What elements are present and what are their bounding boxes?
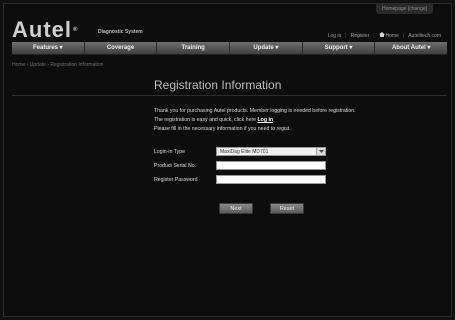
intro-line-3: Please fill in the necessary information…: [154, 126, 291, 132]
password-label: Register Password: [154, 176, 198, 183]
page-title: Registration Information: [154, 78, 282, 92]
nav-about-autel[interactable]: About Autel ▾: [375, 42, 447, 54]
next-button[interactable]: Next: [219, 203, 253, 214]
login-link[interactable]: Log in: [328, 33, 342, 39]
nav-support[interactable]: Support ▾: [303, 42, 376, 54]
home-icon: [378, 32, 385, 37]
intro-line-2: The registration is easy and quick, clic…: [154, 116, 356, 125]
intro-line-2-text: The registration is easy and quick, clic…: [154, 117, 258, 123]
nav-training[interactable]: Training: [157, 42, 231, 54]
password-input[interactable]: [216, 175, 326, 184]
home-link[interactable]: Home: [378, 32, 399, 39]
top-links: Log in | Register | Home | Autelitech.co…: [328, 32, 441, 39]
register-link[interactable]: Register: [351, 33, 370, 39]
serial-row: Product Serial No.: [154, 161, 326, 170]
intro-login-link[interactable]: Log in: [258, 117, 274, 123]
breadcrumb[interactable]: Home › Update › Registration Information: [12, 62, 103, 68]
serial-input[interactable]: [216, 161, 326, 170]
login-type-value: MaxiDag Elite MD701: [220, 149, 269, 155]
logo-text: Autel: [12, 17, 72, 42]
separator: |: [373, 32, 375, 39]
reset-button[interactable]: Reset: [270, 203, 304, 214]
password-row: Register Password: [154, 175, 326, 184]
main-navbar: Features ▾ Coverage Training Update ▾ Su…: [12, 42, 447, 55]
login-type-label: Login-in Type: [154, 148, 186, 155]
home-link-label: Home: [385, 33, 399, 39]
separator: |: [402, 32, 405, 39]
nav-features[interactable]: Features ▾: [12, 42, 85, 54]
intro-text: Thank you for purchasing Autel products.…: [154, 107, 356, 134]
divider: [12, 95, 447, 96]
intro-line-1: Thank you for purchasing Autel products.…: [154, 108, 356, 114]
site-link[interactable]: Autelitech.com: [408, 33, 441, 39]
logo-subtitle: Diagnostic System: [98, 29, 143, 35]
browser-page: Homepage [change] Autel® Diagnostic Syst…: [3, 3, 452, 317]
login-type-row: Login-in Type MaxiDag Elite MD701: [154, 147, 326, 156]
nav-coverage[interactable]: Coverage: [85, 42, 158, 54]
login-type-select[interactable]: MaxiDag Elite MD701: [216, 147, 326, 156]
autel-logo[interactable]: Autel®: [12, 18, 78, 42]
homepage-change-tab[interactable]: Homepage [change]: [375, 4, 433, 14]
separator: |: [345, 32, 347, 39]
logo-registered-mark: ®: [73, 27, 79, 33]
serial-label: Product Serial No.: [154, 162, 197, 169]
chevron-down-icon[interactable]: [316, 148, 325, 155]
nav-update[interactable]: Update ▾: [230, 42, 303, 54]
